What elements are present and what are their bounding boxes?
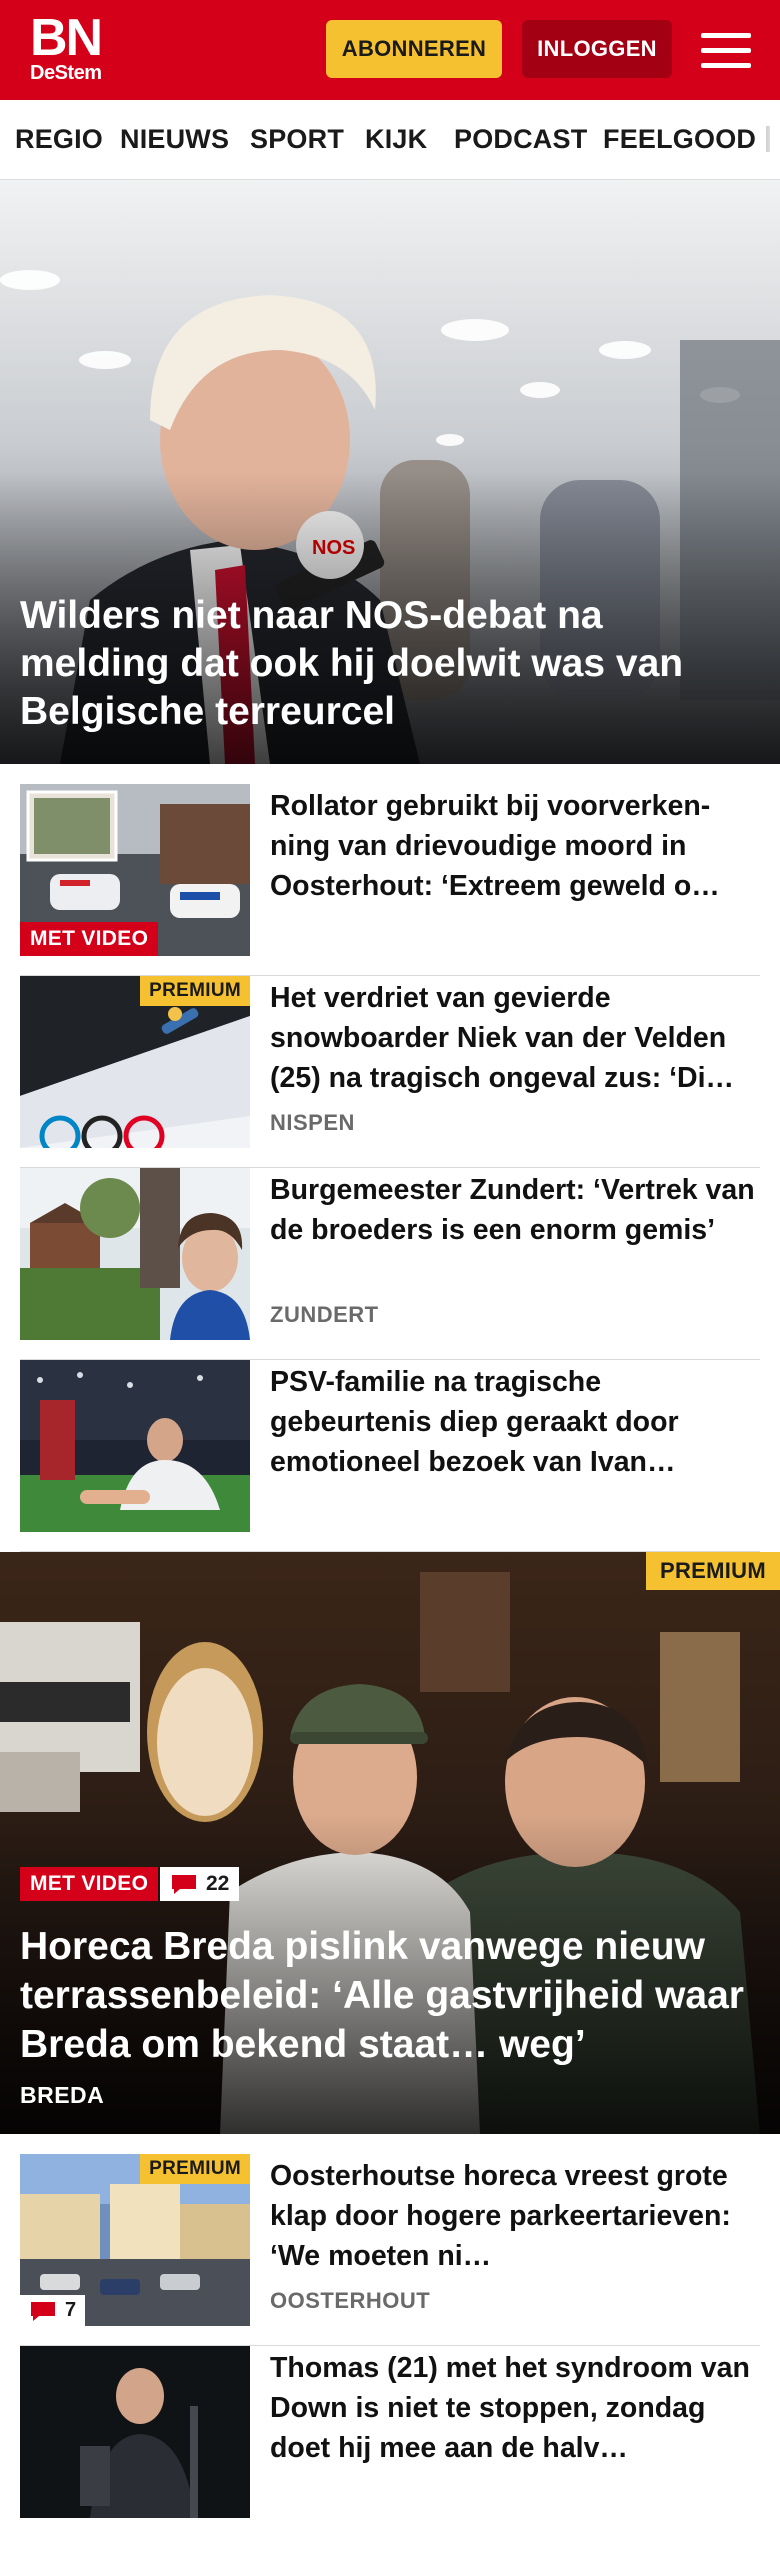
article-title: Burgemeester Zundert: ‘Vertrek van de br…	[270, 1174, 755, 1246]
article-thumbnail: PREMIUM 7	[20, 2154, 250, 2326]
article-thumbnail	[20, 2346, 250, 2518]
feature-place: BREDA	[20, 2082, 105, 2108]
subscribe-button[interactable]: ABONNEREN	[326, 20, 502, 78]
login-button[interactable]: INLOGGEN	[522, 20, 672, 78]
nav-fade	[760, 100, 780, 179]
comment-count-badge[interactable]: 7	[20, 2295, 86, 2326]
article-title: Het verdriet van gevierde snowboarder Ni…	[270, 982, 735, 1094]
premium-badge: PREMIUM	[140, 976, 250, 1006]
premium-badge: PREMIUM	[646, 1552, 780, 1590]
article-row[interactable]: PSV-familie na tragische gebeurtenis die…	[20, 1360, 760, 1552]
section-nav: REGIO NIEUWS SPORT KIJK PODCAST FEELGOOD	[0, 100, 780, 180]
logo-main-text: BN	[30, 9, 103, 67]
article-title: PSV-familie na tragische gebeurtenis die…	[270, 1366, 679, 1478]
comment-count-badge[interactable]: 22	[160, 1867, 240, 1901]
menu-line	[701, 47, 751, 53]
article-row[interactable]: Thomas (21) met het syndroom van Down is…	[20, 2346, 760, 2538]
article-thumbnail	[20, 1360, 250, 1532]
article-place: OOSTERHOUT	[270, 2288, 431, 2313]
article-row[interactable]: PREMIUM 7 Oosterhoutse horeca vreest gro…	[20, 2154, 760, 2346]
nav-item-nieuws[interactable]: NIEUWS	[120, 124, 229, 155]
article-thumbnail: PREMIUM	[20, 976, 250, 1148]
nav-item-kijk[interactable]: KIJK	[365, 124, 427, 155]
article-title: Oosterhoutse horeca vreest grote klap do…	[270, 2160, 731, 2272]
article-place: ZUNDERT	[270, 1302, 379, 1327]
article-title: Rollator gebruikt bij voorverken­ning va…	[270, 790, 720, 902]
comment-count: 22	[206, 1872, 230, 1895]
video-badge: MET VIDEO	[20, 1867, 159, 1901]
article-place: NISPEN	[270, 1110, 355, 1135]
comment-count: 7	[65, 2299, 77, 2321]
site-header: BN DeStem ABONNEREN INLOGGEN	[0, 0, 780, 100]
menu-line	[701, 32, 751, 38]
nav-item-podcast[interactable]: PODCAST	[454, 124, 587, 155]
article-thumbnail	[20, 1168, 250, 1340]
article-title: Thomas (21) met het syndroom van Down is…	[270, 2352, 750, 2464]
site-logo[interactable]: BN DeStem	[30, 9, 103, 84]
nav-item-sport[interactable]: SPORT	[250, 124, 344, 155]
article-thumbnail: MET VIDEO	[20, 784, 250, 956]
article-row[interactable]: PREMIUM Het verdriet van gevierde snowbo…	[20, 976, 760, 1168]
article-row[interactable]: Burgemeester Zundert: ‘Vertrek van de br…	[20, 1168, 760, 1360]
menu-line	[701, 62, 751, 68]
nav-item-feelgood[interactable]: FEELGOOD	[603, 124, 756, 155]
hero-title: Wilders niet naar NOS-debat na melding d…	[20, 594, 684, 733]
feature-article[interactable]: PREMIUM MET VIDEO 22 Horeca Breda pislin…	[0, 1552, 780, 2134]
nav-item-regio[interactable]: REGIO	[15, 124, 103, 155]
comment-icon	[31, 2301, 55, 2321]
premium-badge: PREMIUM	[140, 2154, 250, 2184]
feature-title: Horeca Breda pislink vanwege nieuw terra…	[20, 1925, 744, 2066]
hamburger-menu-icon[interactable]	[696, 22, 756, 78]
comment-icon	[172, 1875, 196, 1894]
hero-article[interactable]: NOS Wilders niet naar NOS-debat na meldi…	[0, 180, 780, 764]
logo-sub-text: DeStem	[30, 62, 102, 84]
article-row[interactable]: MET VIDEO Rollator gebruikt bij voorverk…	[20, 784, 760, 976]
video-badge: MET VIDEO	[20, 922, 159, 956]
